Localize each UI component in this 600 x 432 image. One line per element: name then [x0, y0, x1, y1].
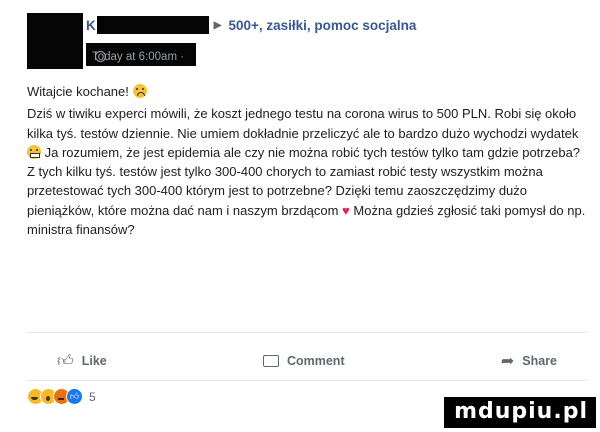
divider [27, 380, 587, 381]
post-actions: 👍︎ Like Comment ➦ Share [27, 346, 587, 376]
grimacing-emoji-icon [27, 144, 41, 159]
redacted-name [96, 16, 209, 34]
avatar[interactable] [27, 13, 83, 69]
watermark-logo: mdupiu.pl [444, 397, 596, 428]
timestamp-row: Today at 6:00am · [86, 43, 196, 66]
post-author-line: K ▶ 500+, zasiłki, pomoc socjalna [86, 15, 590, 35]
post-greeting: Witajcie kochane! [27, 84, 129, 99]
like-button[interactable]: 👍︎ Like [27, 352, 137, 371]
globe-icon [95, 51, 106, 62]
author-name[interactable]: K [86, 18, 96, 33]
post-body-part-1: Dziś w tiwiku experci mówili, że koszt j… [27, 106, 579, 141]
like-reaction-icon: 👍︎ [66, 388, 83, 405]
share-arrow-icon: ➦ [500, 353, 515, 370]
worried-emoji-icon [132, 84, 147, 98]
arrow-right-icon: ▶ [213, 19, 222, 31]
reactions-summary[interactable]: 👍︎ 5 [27, 388, 96, 405]
comment-icon [262, 355, 279, 367]
share-button[interactable]: ➦ Share [471, 351, 587, 371]
heart-icon: ♥ [342, 202, 350, 218]
like-label: Like [81, 354, 107, 368]
divider [27, 332, 587, 333]
group-name-link[interactable]: 500+, zasiłki, pomoc socjalna [228, 18, 416, 33]
comment-label: Comment [286, 354, 345, 368]
post-text: Witajcie kochane! Dziś w tiwiku experci … [27, 82, 587, 239]
reaction-count: 5 [89, 389, 96, 404]
post-header: K ▶ 500+, zasiłki, pomoc socjalna Today … [86, 15, 590, 66]
thumbs-up-icon: 👍︎ [57, 352, 74, 370]
comment-button[interactable]: Comment [233, 354, 375, 368]
share-label: Share [522, 354, 557, 368]
